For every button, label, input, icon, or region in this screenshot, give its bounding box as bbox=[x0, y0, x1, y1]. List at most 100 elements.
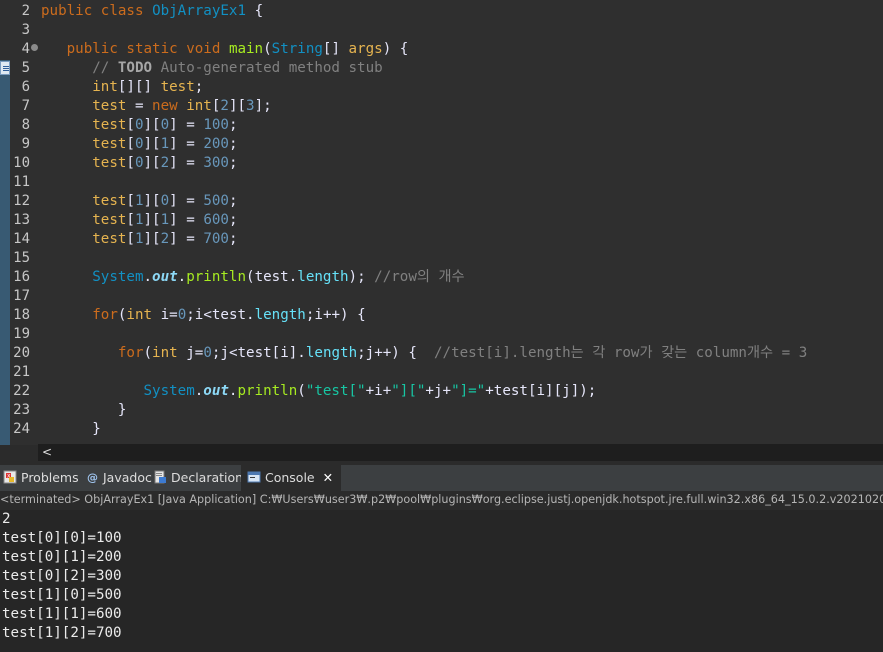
line-number: 4 bbox=[21, 41, 30, 57]
svg-text:@: @ bbox=[87, 471, 98, 484]
code-token: 1 bbox=[134, 193, 144, 209]
code-token: ObjArrayEx1 bbox=[152, 3, 247, 19]
code-line[interactable]: System.out.println(test.length); //row의 … bbox=[41, 268, 464, 287]
code-token: ; bbox=[194, 79, 204, 95]
code-token: i bbox=[160, 307, 170, 323]
code-token: Auto-generated method stub bbox=[152, 60, 383, 76]
code-token: [ bbox=[126, 193, 135, 209]
line-number: 10 bbox=[13, 155, 30, 171]
code-line[interactable]: int[][] test; bbox=[41, 78, 203, 97]
line-number: 7 bbox=[21, 98, 30, 114]
code-token: ( bbox=[143, 345, 153, 361]
code-token: String bbox=[271, 41, 323, 57]
horizontal-scrollbar[interactable]: < bbox=[38, 444, 883, 461]
code-token: 0 bbox=[134, 155, 144, 171]
console-output[interactable]: 2 test[0][0]=100 test[0][1]=200 test[0][2]=… bbox=[0, 510, 883, 652]
tab-console-label: Console bbox=[265, 470, 315, 485]
code-token: int bbox=[126, 307, 153, 323]
code-token: ++) { bbox=[374, 345, 434, 361]
code-line[interactable]: } bbox=[41, 401, 127, 420]
code-token: int bbox=[186, 98, 212, 114]
tab-javadoc[interactable]: @ Javadoc bbox=[85, 465, 152, 491]
code-token: new bbox=[152, 98, 178, 114]
code-token: test bbox=[92, 212, 127, 228]
code-token: 1 bbox=[134, 231, 144, 247]
close-icon[interactable]: ✕ bbox=[323, 465, 333, 491]
fold-collapse-icon[interactable] bbox=[31, 44, 38, 51]
code-token: j bbox=[186, 345, 195, 361]
code-token: } bbox=[41, 421, 101, 437]
task-marker-icon[interactable] bbox=[0, 61, 10, 75]
line-number: 8 bbox=[21, 117, 30, 133]
code-token: + bbox=[365, 383, 375, 399]
code-line[interactable]: System.out.println("test["+i+"]["+j+"]="… bbox=[41, 382, 597, 401]
line-number: 2 bbox=[21, 3, 30, 19]
code-token: [][] bbox=[117, 79, 161, 95]
code-token: //test[i].length는 각 row가 갖는 column개수 = 3 bbox=[434, 345, 808, 361]
tab-problems[interactable]: x Problems bbox=[3, 465, 79, 491]
code-token: ) { bbox=[382, 41, 409, 57]
tab-problems-label: Problems bbox=[21, 470, 79, 485]
code-token: test bbox=[92, 155, 127, 171]
line-number: 19 bbox=[13, 326, 30, 342]
code-token: + bbox=[485, 383, 494, 399]
tab-console[interactable]: Console ✕ bbox=[241, 465, 342, 491]
code-token: j bbox=[365, 345, 375, 361]
code-token: for bbox=[92, 307, 118, 323]
code-token: + bbox=[382, 383, 392, 399]
code-token: i bbox=[536, 383, 546, 399]
line-number: 23 bbox=[13, 402, 30, 418]
code-token: ][ bbox=[143, 136, 161, 152]
code-token: 0 bbox=[134, 117, 144, 133]
code-line[interactable]: public class ObjArrayEx1 { bbox=[41, 2, 263, 21]
code-line[interactable]: // TODO Auto-generated method stub bbox=[41, 59, 383, 78]
code-line[interactable]: test[1][0] = 500; bbox=[41, 192, 237, 211]
code-token: . bbox=[246, 307, 255, 323]
code-token: { bbox=[246, 3, 264, 19]
code-token: j bbox=[433, 383, 443, 399]
code-line[interactable]: test[0][2] = 300; bbox=[41, 154, 237, 173]
code-token: ( bbox=[297, 383, 306, 399]
code-token: println bbox=[237, 383, 298, 399]
line-number: 16 bbox=[13, 269, 30, 285]
code-line[interactable]: test[1][2] = 700; bbox=[41, 230, 237, 249]
code-token: int bbox=[92, 79, 118, 95]
bottom-panel-tabs: x Problems @ Javadoc Declaration Console… bbox=[0, 465, 883, 491]
code-line[interactable]: test[0][1] = 200; bbox=[41, 135, 237, 154]
code-line[interactable]: test = new int[2][3]; bbox=[41, 97, 271, 116]
tab-declaration[interactable]: Declaration bbox=[153, 465, 243, 491]
code-token: 1 bbox=[134, 212, 144, 228]
code-token: . bbox=[194, 383, 204, 399]
line-number: 5 bbox=[21, 60, 30, 76]
code-line[interactable]: test[0][0] = 100; bbox=[41, 116, 238, 135]
code-line[interactable]: public static void main(String[] args) { bbox=[41, 40, 409, 59]
code-line[interactable]: for(int i=0;i<test.length;i++) { bbox=[41, 306, 365, 325]
code-token: ; bbox=[228, 117, 238, 133]
code-line[interactable]: } bbox=[41, 420, 101, 439]
console-output-line: test[0][1]=200 bbox=[2, 549, 122, 565]
tab-javadoc-label: Javadoc bbox=[103, 470, 152, 485]
code-line[interactable]: test[1][1] = 600; bbox=[41, 211, 237, 230]
code-token: test bbox=[92, 98, 127, 114]
code-token: 100 bbox=[203, 117, 229, 133]
code-token: 2 bbox=[160, 155, 170, 171]
console-process-status: <terminated> ObjArrayEx1 [Java Applicati… bbox=[0, 491, 883, 509]
code-token: = bbox=[169, 307, 178, 323]
code-line[interactable]: for(int j=0;j<test[i].length;j++) { //te… bbox=[41, 344, 807, 363]
code-token: ]. bbox=[288, 345, 306, 361]
code-token: length bbox=[297, 269, 349, 285]
code-token: < bbox=[203, 307, 212, 323]
code-token: . bbox=[143, 269, 153, 285]
code-token: public bbox=[41, 3, 93, 19]
scroll-left-arrow-icon[interactable]: < bbox=[42, 445, 52, 459]
code-token: ] = bbox=[169, 231, 204, 247]
code-token: 0 bbox=[160, 193, 170, 209]
code-token: TODO bbox=[117, 60, 153, 76]
code-editor[interactable]: 2 3 4 5 6 7 8 9 10 11 12 13 14 15 16 17 18 19 20 21 22 23 24 p… bbox=[0, 0, 883, 445]
